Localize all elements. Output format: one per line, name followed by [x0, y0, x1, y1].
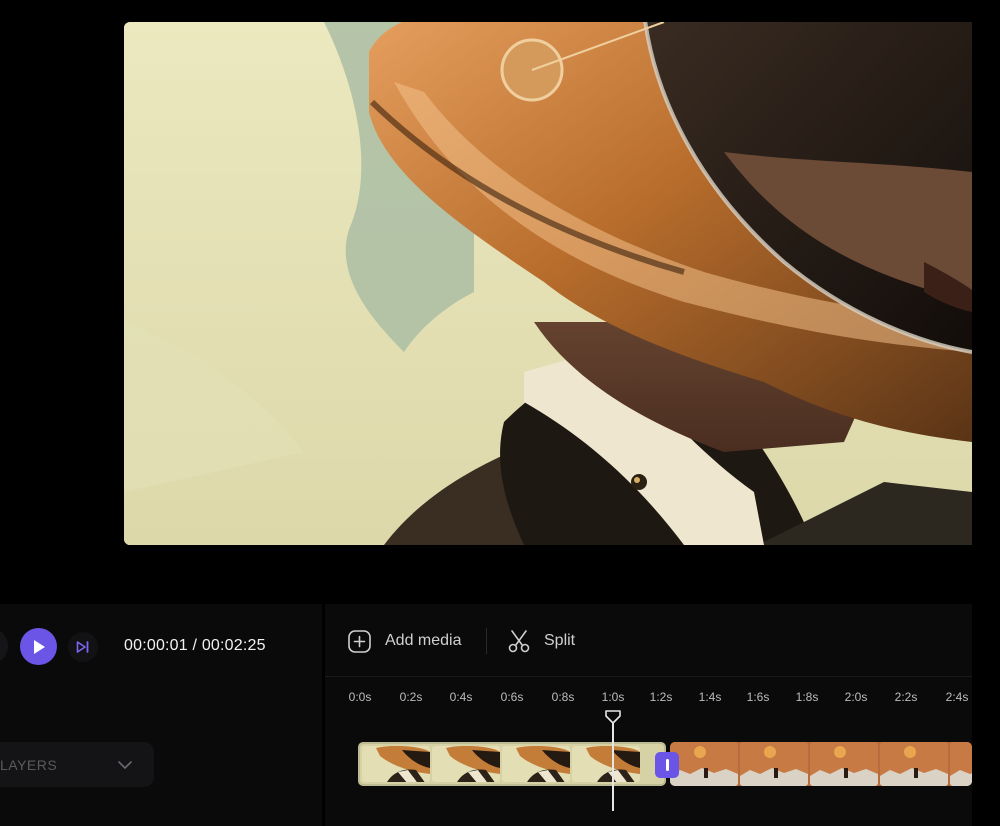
skip-next-icon	[76, 641, 89, 653]
add-media-label: Add media	[385, 632, 462, 649]
clip-thumbnail	[810, 742, 878, 786]
toolbar-divider	[486, 628, 487, 654]
ruler-tick: 2:0s	[844, 690, 868, 704]
ruler-tick: 0:6s	[500, 690, 524, 704]
timecode-display: 00:00:01 / 00:02:25	[124, 637, 266, 654]
ruler-tick: 2:2s	[894, 690, 918, 704]
ruler-tick: 1:2s	[649, 690, 673, 704]
ruler-tick: 1:4s	[698, 690, 722, 704]
clip-thumbnail	[740, 742, 808, 786]
layers-label: LAYERS	[0, 756, 58, 773]
clip-thumbnail	[880, 742, 948, 786]
ruler-tick: 0:4s	[449, 690, 473, 704]
clip-trim-handle[interactable]	[655, 752, 679, 778]
split-label: Split	[544, 632, 576, 649]
video-preview[interactable]	[124, 22, 972, 545]
video-clip-2[interactable]	[670, 742, 972, 786]
ruler-tick: 1:6s	[746, 690, 770, 704]
layers-dropdown[interactable]: LAYERS	[0, 742, 154, 787]
ruler-tick: 0:8s	[551, 690, 575, 704]
clip-thumbnail	[670, 742, 738, 786]
video-clip-1[interactable]	[358, 742, 666, 786]
clip-thumbnail	[362, 746, 430, 782]
preview-frame-image	[124, 22, 972, 545]
time-ruler[interactable]: 0:0s 0:2s 0:4s 0:6s 0:8s 1:0s 1:2s 1:4s …	[325, 690, 972, 710]
chevron-down-icon	[118, 760, 132, 769]
add-media-button[interactable]: Add media	[348, 628, 462, 654]
skip-next-button[interactable]	[68, 632, 98, 662]
timeline-divider	[325, 676, 972, 677]
ruler-tick: 0:2s	[399, 690, 423, 704]
playhead-handle-icon[interactable]	[604, 709, 622, 725]
clip-thumbnail	[502, 746, 570, 782]
plus-square-icon	[348, 629, 371, 653]
clip-thumbnail	[432, 746, 500, 782]
right-gutter	[972, 0, 1000, 826]
play-button[interactable]	[20, 628, 57, 665]
ruler-tick: 0:0s	[348, 690, 372, 704]
clip-thumbnail	[950, 742, 972, 786]
split-button[interactable]: Split	[508, 628, 575, 654]
ruler-tick: 1:8s	[795, 690, 819, 704]
scissors-icon	[508, 630, 530, 653]
ruler-tick: 2:4s	[945, 690, 969, 704]
play-icon	[33, 639, 45, 654]
playhead[interactable]	[612, 717, 614, 811]
clip-thumbnail	[572, 746, 640, 782]
ruler-tick: 1:0s	[601, 690, 625, 704]
